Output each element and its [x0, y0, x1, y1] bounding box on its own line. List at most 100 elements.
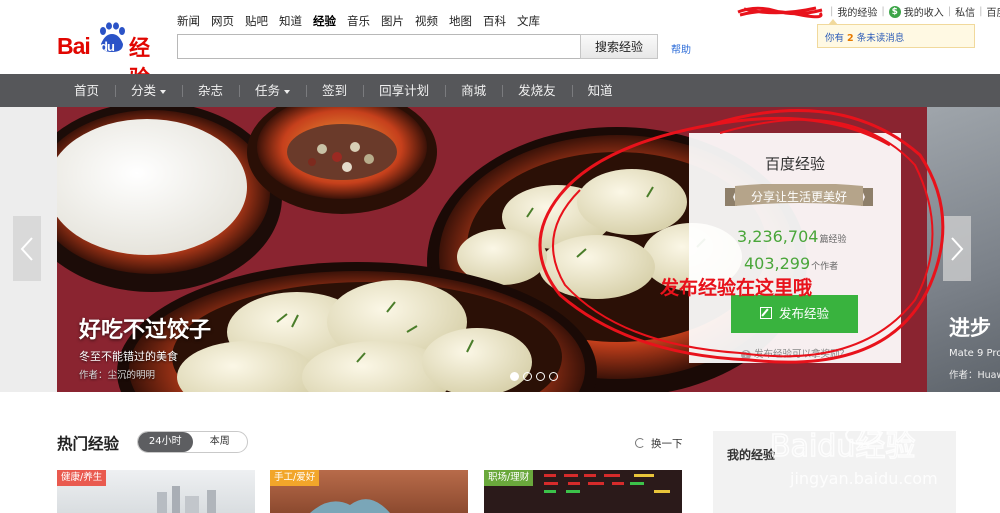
- my-experience-title: 我的经验: [727, 448, 776, 462]
- navbar-item-label: 首页: [74, 83, 100, 98]
- card-category-tag: 健康/养生: [57, 470, 107, 486]
- slide-subtitle: 冬至不能错过的美食: [79, 350, 178, 363]
- next-slide-author: 作者：Huaw: [949, 370, 1000, 381]
- tab-24h[interactable]: 24小时: [138, 432, 193, 452]
- chevron-down-icon: [284, 89, 291, 94]
- unread-message-notice[interactable]: 你有 2 条未读消息: [817, 19, 975, 48]
- time-range-tabs: 24小时 本周: [137, 431, 248, 453]
- publish-label: 发布经验: [778, 306, 829, 321]
- main-navbar: 首页 分类 杂志 任务 签到 回享计划 商城 发烧友 知道: [0, 74, 1000, 107]
- notice-count: 2: [847, 33, 854, 44]
- topnav-item[interactable]: 经验: [313, 13, 336, 29]
- topnav-item[interactable]: 图片: [381, 13, 404, 29]
- navbar-item[interactable]: 知道: [571, 74, 629, 107]
- my-income-link[interactable]: 我的收入: [904, 4, 944, 19]
- topnav-item[interactable]: 知道: [279, 13, 302, 29]
- carousel-dot[interactable]: [549, 372, 558, 381]
- topnav-item[interactable]: 文库: [517, 13, 540, 29]
- publish-experience-button[interactable]: 发布经验: [731, 295, 858, 333]
- topnav-item[interactable]: 音乐: [347, 13, 370, 29]
- tab-week[interactable]: 本周: [193, 432, 248, 452]
- my-experience-link[interactable]: 我的经验: [837, 4, 877, 19]
- chevron-down-icon: [160, 89, 167, 94]
- slide-author[interactable]: 作者：尘沉的明明: [79, 367, 155, 381]
- author-count-unit: 个作者: [811, 262, 839, 272]
- chevron-right-icon: [951, 237, 964, 261]
- reward-howto-link[interactable]: ? 发布经验可以拿奖励？: [741, 346, 849, 360]
- card-category-tag: 手工/爱好: [270, 470, 320, 486]
- dollar-icon: $: [888, 5, 901, 18]
- search-button[interactable]: 搜索经验: [580, 34, 658, 59]
- refresh-label: 换一下: [651, 438, 683, 450]
- next-slide-subtitle: Mate 9 Pro: [949, 348, 1000, 359]
- navbar-item[interactable]: 分类: [115, 74, 182, 107]
- carousel-dot[interactable]: [536, 372, 545, 381]
- topnav-item[interactable]: 百科: [483, 13, 506, 29]
- baidu-jingyan-logo[interactable]: Bai du 经验: [57, 22, 167, 90]
- topnav-item[interactable]: 新闻: [177, 13, 200, 29]
- hot-card[interactable]: 健康/养生: [57, 470, 255, 513]
- refresh-button[interactable]: 换一下: [635, 436, 683, 451]
- navbar-item[interactable]: 首页: [58, 74, 115, 107]
- notice-suffix: 条未读消息: [856, 33, 905, 44]
- redacted-username-scribble: [737, 6, 823, 19]
- notice-prefix: 你有: [825, 33, 845, 44]
- hot-card[interactable]: 职场/理财: [484, 470, 682, 513]
- article-count-unit: 篇经验: [819, 235, 847, 245]
- topnav-item[interactable]: 网页: [211, 13, 234, 29]
- annotation-text: 发布经验在这里哦: [660, 277, 813, 299]
- help-link[interactable]: 帮助: [671, 41, 691, 56]
- author-count: 403,299个作者: [744, 254, 838, 273]
- question-icon: ?: [741, 350, 751, 360]
- carousel-next-button[interactable]: [943, 216, 971, 281]
- hot-card[interactable]: 手工/爱好: [270, 470, 468, 513]
- navbar-item[interactable]: 杂志: [182, 74, 239, 107]
- article-count-value: 3,236,704: [737, 227, 819, 246]
- logo-du-text: du: [100, 39, 115, 54]
- navbar-item-label: 发烧友: [518, 83, 556, 98]
- navbar-item-label: 知道: [587, 83, 613, 98]
- author-count-value: 403,299: [744, 254, 811, 273]
- notice-arrow: [828, 19, 838, 25]
- navbar-item-label: 商城: [461, 83, 487, 98]
- navbar-item[interactable]: 商城: [445, 74, 502, 107]
- carousel-dot[interactable]: [523, 372, 532, 381]
- carousel-dot[interactable]: [510, 372, 519, 381]
- card-category-tag: 职场/理财: [484, 470, 534, 486]
- search-input[interactable]: [177, 34, 581, 59]
- navbar-item[interactable]: 签到: [306, 74, 363, 107]
- topnav-item[interactable]: 地图: [449, 13, 472, 29]
- navbar-item[interactable]: 发烧友: [502, 74, 572, 107]
- baidu-home-link[interactable]: 百度首: [987, 4, 1000, 19]
- navbar-item-label: 分类: [131, 83, 157, 98]
- carousel-prev-button[interactable]: [13, 216, 41, 281]
- navbar-item-label: 任务: [255, 83, 281, 98]
- topnav-item[interactable]: 视频: [415, 13, 438, 29]
- navbar-item-label: 签到: [322, 83, 348, 98]
- navbar-item[interactable]: 回享计划: [363, 74, 445, 107]
- hot-experience-title: 热门经验: [57, 435, 120, 453]
- slogan-text: 分享让生活更美好: [750, 190, 847, 204]
- article-count: 3,236,704篇经验: [737, 227, 846, 246]
- carousel-dots: [510, 372, 562, 381]
- edit-icon: [759, 307, 772, 319]
- user-links: | 我的经验 | $ 我的收入 | 私信 | 百度首: [826, 4, 1000, 19]
- stats-panel: 百度经验 分享让生活更美好 3,236,704篇经验 403,299个作者 发布…: [689, 133, 901, 363]
- private-message-link[interactable]: 私信: [955, 4, 975, 19]
- navbar-item[interactable]: 任务: [239, 74, 306, 107]
- navbar-item-label: 杂志: [198, 83, 224, 98]
- logo-bai-text: Bai: [57, 33, 91, 59]
- next-slide-title: 进步: [949, 316, 991, 340]
- top-navigation: 新闻 网页 贴吧 知道 经验 音乐 图片 视频 地图 百科 文库: [177, 13, 551, 29]
- slide-title[interactable]: 好吃不过饺子: [79, 312, 211, 344]
- page: Bai du 经验 新闻网页贴吧知道经验音乐图片视频地图百科文库 搜索经验 帮助…: [0, 0, 1000, 513]
- howto-label: 发布经验可以拿奖励？: [754, 349, 850, 360]
- navbar-item-label: 回享计划: [379, 83, 430, 98]
- topnav-item[interactable]: 贴吧: [245, 13, 268, 29]
- header: Bai du 经验 新闻网页贴吧知道经验音乐图片视频地图百科文库 搜索经验 帮助…: [0, 0, 1000, 90]
- stats-title: 百度经验: [764, 155, 825, 173]
- navbar-items: 首页 分类 杂志 任务 签到 回享计划 商城 发烧友 知道: [58, 74, 629, 107]
- slogan-wrap: 分享让生活更美好: [725, 184, 873, 210]
- chevron-left-icon: [20, 237, 33, 261]
- refresh-icon: [635, 438, 645, 448]
